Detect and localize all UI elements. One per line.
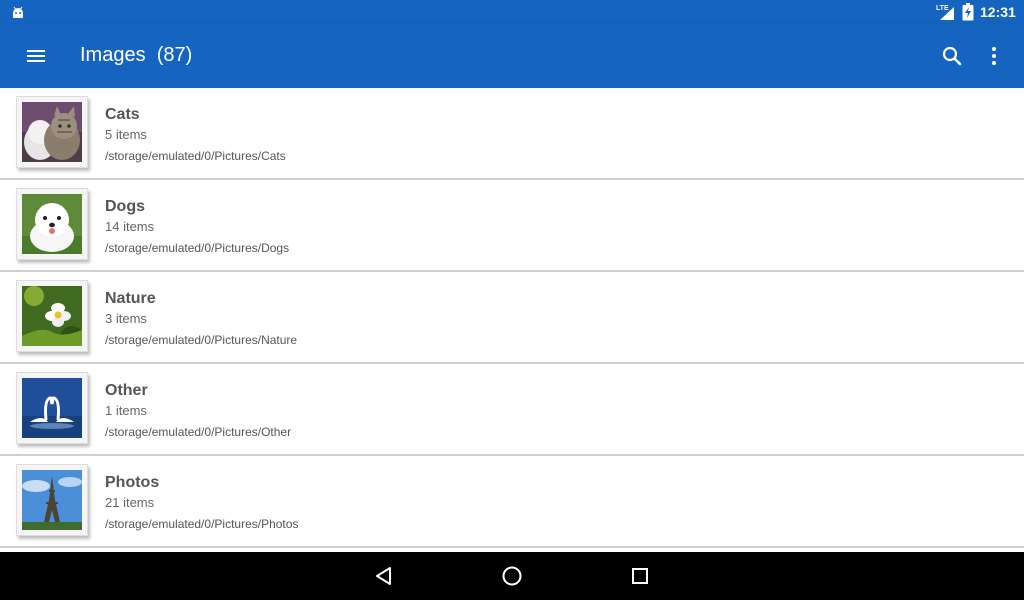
cats-thumbnail-image [22, 102, 82, 162]
lte-signal-icon: LTE [936, 5, 954, 20]
android-icon [13, 6, 23, 18]
battery-charging-icon [962, 3, 974, 21]
folder-row-other[interactable]: Other 1 items /storage/emulated/0/Pictur… [0, 364, 1024, 456]
home-icon[interactable] [500, 564, 524, 588]
folder-row-nature[interactable]: Nature 3 items /storage/emulated/0/Pictu… [0, 272, 1024, 364]
search-icon[interactable] [940, 44, 964, 68]
folder-thumbnail [16, 280, 88, 352]
flower-thumbnail-image [22, 286, 82, 346]
folder-list: Cats 5 items /storage/emulated/0/Picture… [0, 88, 1024, 552]
folder-name: Cats [105, 106, 140, 123]
folder-item-count: 21 items [105, 495, 155, 510]
folder-path: /storage/emulated/0/Pictures/Dogs [105, 241, 290, 255]
recents-icon[interactable] [628, 564, 652, 588]
app-toolbar: Images (87) [0, 24, 1024, 88]
folder-row-cats[interactable]: Cats 5 items /storage/emulated/0/Picture… [0, 88, 1024, 180]
eiffel-tower-thumbnail-image [22, 470, 82, 530]
system-nav-bar [0, 552, 1024, 600]
folder-item-count: 5 items [105, 127, 147, 142]
folder-path: /storage/emulated/0/Pictures/Other [105, 425, 292, 439]
swans-thumbnail-image [22, 378, 82, 438]
back-icon[interactable] [372, 564, 396, 588]
folder-thumbnail [16, 96, 88, 168]
folder-name: Photos [105, 474, 160, 491]
folder-name: Other [105, 382, 148, 399]
status-bar: LTE 12:31 [0, 0, 1024, 24]
folder-item-count: 14 items [105, 219, 155, 234]
more-vert-icon[interactable] [982, 44, 1006, 68]
folder-name: Dogs [105, 198, 145, 215]
folder-row-photos[interactable]: Photos 21 items /storage/emulated/0/Pict… [0, 456, 1024, 548]
folder-path: /storage/emulated/0/Pictures/Cats [105, 149, 286, 163]
folder-thumbnail [16, 188, 88, 260]
folder-item-count: 1 items [105, 403, 147, 418]
folder-row-dogs[interactable]: Dogs 14 items /storage/emulated/0/Pictur… [0, 180, 1024, 272]
folder-thumbnail [16, 372, 88, 444]
menu-icon[interactable] [24, 44, 48, 68]
dog-thumbnail-image [22, 194, 82, 254]
network-label: LTE [936, 5, 949, 12]
folder-path: /storage/emulated/0/Pictures/Nature [105, 333, 298, 347]
folder-name: Nature [105, 290, 156, 307]
folder-item-count: 3 items [105, 311, 147, 326]
clock: 12:31 [980, 4, 1016, 20]
folder-path: /storage/emulated/0/Pictures/Photos [105, 517, 299, 531]
folder-thumbnail [16, 464, 88, 536]
page-title: Images (87) [80, 44, 193, 66]
